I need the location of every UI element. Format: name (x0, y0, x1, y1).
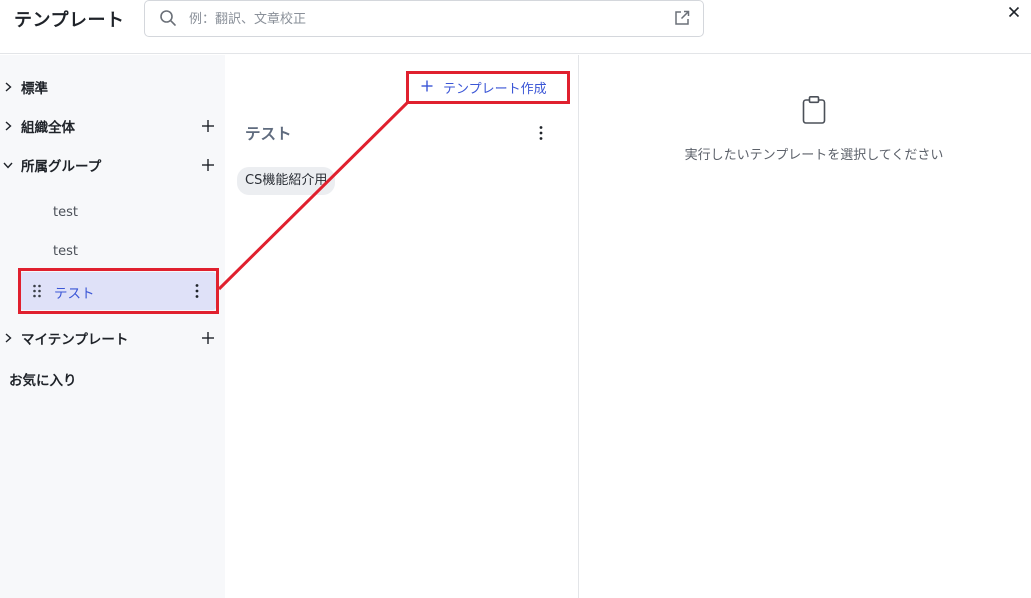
plus-icon[interactable] (200, 118, 216, 134)
sidebar-category-organization[interactable]: 組織全体 (0, 114, 225, 138)
chevron-right-icon (5, 121, 12, 131)
plus-icon[interactable] (200, 330, 216, 346)
chevron-right-icon (5, 333, 12, 343)
chevron-right-icon (5, 82, 12, 92)
template-detail-panel: 実行したいテンプレートを選択してください (579, 55, 1031, 598)
header: テンプレート (0, 0, 1031, 54)
sidebar-category-label: 標準 (21, 81, 48, 97)
plus-icon[interactable] (200, 157, 216, 173)
external-link-icon[interactable] (673, 9, 691, 27)
search-input[interactable] (189, 7, 649, 31)
close-icon[interactable] (1006, 4, 1022, 20)
search-icon (160, 10, 176, 26)
sidebar-category-group[interactable]: 所属グループ (0, 153, 225, 177)
more-vertical-icon[interactable] (190, 283, 204, 299)
page-title: テンプレート (14, 10, 125, 31)
sidebar: 標準 組織全体 所属グループ test test テスト マイテンプレート お気… (0, 55, 225, 598)
sidebar-category-my-templates[interactable]: マイテンプレート (0, 326, 225, 350)
more-vertical-icon[interactable] (534, 125, 548, 141)
sidebar-category-label: 組織全体 (21, 120, 75, 136)
drag-handle-icon[interactable] (32, 284, 42, 298)
sidebar-group-item-selected[interactable]: テスト (20, 272, 216, 310)
sidebar-favorites[interactable]: お気に入り (9, 369, 77, 389)
sidebar-category-standard[interactable]: 標準 (0, 75, 225, 99)
search-box[interactable] (144, 0, 704, 37)
template-chip[interactable]: CS機能紹介用 (237, 167, 336, 195)
chevron-down-icon (3, 162, 13, 169)
sidebar-category-label: 所属グループ (21, 159, 102, 175)
sidebar-group-item[interactable]: test (53, 244, 78, 259)
empty-state-message: 実行したいテンプレートを選択してください (684, 148, 944, 163)
template-list-panel: テンプレート作成 テスト CS機能紹介用 (225, 55, 578, 598)
template-dialog: テンプレート 標準 (0, 0, 1031, 598)
sidebar-group-item-label: テスト (54, 286, 95, 302)
sidebar-group-item[interactable]: test (53, 205, 78, 220)
create-template-label: テンプレート作成 (443, 82, 547, 97)
clipboard-icon (802, 95, 826, 124)
sidebar-category-label: マイテンプレート (21, 332, 129, 348)
plus-icon (421, 80, 433, 92)
group-title: テスト (245, 125, 292, 143)
